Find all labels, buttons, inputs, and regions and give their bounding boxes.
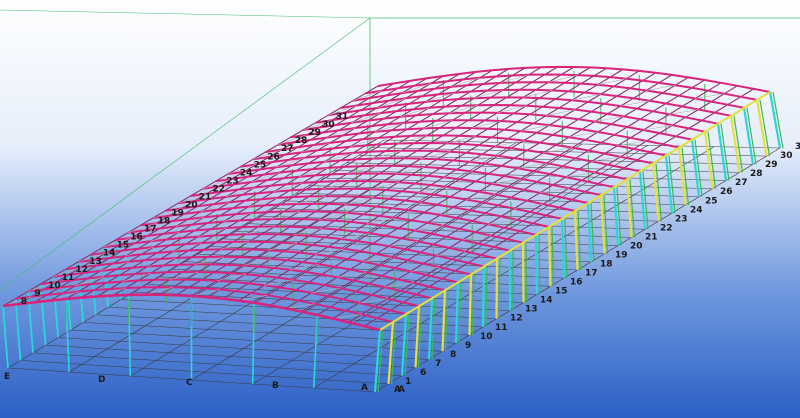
grid-number-label: 10 [48,281,61,291]
grid-number-label: 18 [600,260,613,270]
grid-number-label: 24 [240,168,253,178]
grid-number-label: 22 [660,223,673,233]
column [534,234,539,295]
grid-number-label: 20 [630,241,643,251]
grid-number-label: 29 [765,160,778,170]
grid-number-label: 28 [295,136,308,146]
grid-number-label: 21 [645,232,658,242]
grid-number-label: 23 [675,214,688,224]
grid-number-label: 30 [322,120,335,130]
grid-number-label: 18 [158,217,171,227]
grid-number-label: 21 [199,193,212,203]
grid-number-label: 1 [405,377,411,387]
grid-number-label: 12 [510,314,523,324]
grid-number-label: 19 [615,251,628,261]
grid-number-label: 27 [735,178,748,188]
steel-structure-3d-view[interactable]: E D C B A AA891011121314151617181920212223242… [0,0,800,418]
grid-letter-label: A [398,385,405,395]
grid-number-label: 19 [171,209,184,219]
column [495,258,499,319]
grid-letter-label: D [98,375,105,385]
grid-number-label: 11 [495,323,508,333]
grid-number-label: 16 [130,233,143,243]
grid-number-label: 26 [720,187,733,197]
grid-number-label: 17 [585,269,598,279]
grid-number-label: 15 [555,287,568,297]
grid-number-label: 20 [185,201,198,211]
model-3d-viewport[interactable]: E D C B A A A 8 9 10 11 12 13 14 15 16 17 18 19 20 21 22 23 24 2… [0,0,800,418]
grid-number-label: 9 [465,341,471,351]
grid-letter-label: C [186,378,193,388]
grid-number-label: 30 [780,151,793,161]
grid-letter-label: B [272,381,279,391]
grid-number-label: 11 [62,273,75,283]
grid-number-label: 24 [690,205,703,215]
grid-number-label: 28 [750,169,763,179]
grid-number-label: 23 [226,176,239,186]
grid-number-label: 29 [308,128,321,138]
grid-number-label: 14 [540,296,553,306]
grid-number-label: 31 [795,142,800,152]
grid-number-label: 10 [480,332,493,342]
grid-number-label: 25 [705,196,718,206]
grid-number-label: 13 [89,257,102,267]
grid-number-label: 22 [213,184,226,194]
grid-number-label: 12 [76,265,89,275]
grid-number-label: 14 [103,249,116,259]
grid-number-label: 13 [525,305,538,315]
column [525,242,528,303]
column [547,226,552,287]
grid-number-label: 7 [435,359,441,369]
grid-letter-label: A [361,383,368,393]
column [468,274,473,336]
grid-number-label: 8 [450,350,456,360]
column [498,258,501,319]
grid-number-label: 16 [570,278,583,288]
grid-number-label: 27 [281,144,294,154]
grid-number-label: 31 [336,112,349,122]
column [481,266,486,327]
grid-number-label: 25 [254,160,267,170]
grid-number-label: 26 [267,152,280,162]
grid-number-label: 15 [117,241,130,251]
grid-number-label: 17 [144,225,157,235]
column [521,242,525,303]
grid-number-label: 8 [21,297,27,307]
grid-number-label: 9 [34,289,40,299]
grid-letter-label: E [4,372,10,382]
grid-number-label: 6 [420,368,426,378]
